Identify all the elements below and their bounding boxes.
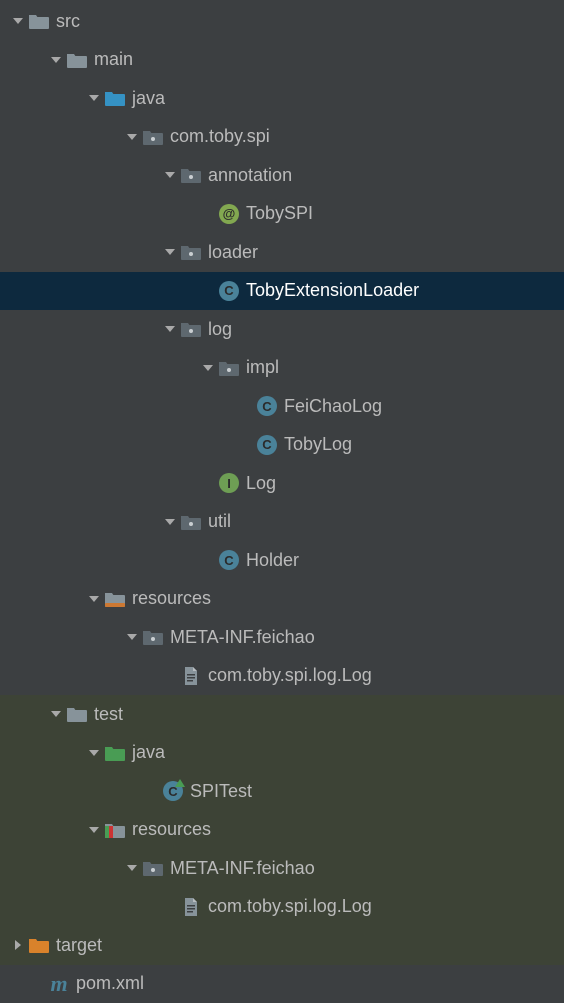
tree-label: src bbox=[56, 11, 80, 32]
tree-row[interactable]: C TobyExtensionLoader bbox=[0, 272, 564, 311]
class-icon: C bbox=[256, 434, 278, 456]
tree-row[interactable]: C TobyLog bbox=[0, 426, 564, 465]
tree-label: FeiChaoLog bbox=[284, 396, 382, 417]
interface-icon: I bbox=[218, 472, 240, 494]
chevron-down-icon[interactable] bbox=[122, 632, 142, 642]
tree-row[interactable]: META-INF.feichao bbox=[0, 849, 564, 888]
tree-row[interactable]: test bbox=[0, 695, 564, 734]
tree-row[interactable]: C SPITest bbox=[0, 772, 564, 811]
chevron-down-icon[interactable] bbox=[160, 517, 180, 527]
chevron-down-icon[interactable] bbox=[8, 16, 28, 26]
file-icon bbox=[180, 896, 202, 918]
package-icon bbox=[142, 126, 164, 148]
project-tree[interactable]: srcmainjavacom.toby.spiannotation@TobySP… bbox=[0, 0, 564, 1003]
tree-row[interactable]: com.toby.spi.log.Log bbox=[0, 657, 564, 696]
class-icon: C bbox=[218, 280, 240, 302]
test-folder-icon bbox=[104, 742, 126, 764]
chevron-down-icon[interactable] bbox=[122, 863, 142, 873]
chevron-down-icon[interactable] bbox=[122, 132, 142, 142]
tree-label: resources bbox=[132, 588, 211, 609]
tree-row[interactable]: resources bbox=[0, 580, 564, 619]
tree-row[interactable]: C Holder bbox=[0, 541, 564, 580]
test-resources-folder-icon bbox=[104, 819, 126, 841]
tree-row[interactable]: C FeiChaoLog bbox=[0, 387, 564, 426]
tree-row[interactable]: main bbox=[0, 41, 564, 80]
tree-label: com.toby.spi bbox=[170, 126, 270, 147]
class-icon: C bbox=[218, 549, 240, 571]
maven-icon: m bbox=[48, 973, 70, 995]
tree-label: target bbox=[56, 935, 102, 956]
tree-row[interactable]: target bbox=[0, 926, 564, 965]
package-icon bbox=[142, 857, 164, 879]
chevron-down-icon[interactable] bbox=[198, 363, 218, 373]
chevron-down-icon[interactable] bbox=[160, 247, 180, 257]
tree-row[interactable]: log bbox=[0, 310, 564, 349]
tree-label: com.toby.spi.log.Log bbox=[208, 665, 372, 686]
package-icon bbox=[180, 164, 202, 186]
annotation-icon: @ bbox=[218, 203, 240, 225]
folder-icon bbox=[28, 10, 50, 32]
chevron-down-icon[interactable] bbox=[46, 709, 66, 719]
tree-label: pom.xml bbox=[76, 973, 144, 994]
tree-row[interactable]: impl bbox=[0, 349, 564, 388]
chevron-down-icon[interactable] bbox=[160, 324, 180, 334]
tree-label: Holder bbox=[246, 550, 299, 571]
tree-label: TobySPI bbox=[246, 203, 313, 224]
tree-row[interactable]: java bbox=[0, 79, 564, 118]
tree-label: SPITest bbox=[190, 781, 252, 802]
tree-row[interactable]: util bbox=[0, 503, 564, 542]
chevron-down-icon[interactable] bbox=[84, 594, 104, 604]
tree-label: main bbox=[94, 49, 133, 70]
tree-row[interactable]: @ TobySPI bbox=[0, 195, 564, 234]
folder-icon bbox=[66, 703, 88, 725]
tree-row[interactable]: m pom.xml bbox=[0, 965, 564, 1003]
runnable-class-icon: C bbox=[162, 780, 184, 802]
tree-label: com.toby.spi.log.Log bbox=[208, 896, 372, 917]
tree-label: META-INF.feichao bbox=[170, 858, 315, 879]
tree-label: java bbox=[132, 88, 165, 109]
tree-label: annotation bbox=[208, 165, 292, 186]
source-folder-icon bbox=[104, 87, 126, 109]
tree-label: java bbox=[132, 742, 165, 763]
chevron-right-icon[interactable] bbox=[8, 940, 28, 950]
tree-label: test bbox=[94, 704, 123, 725]
tree-row[interactable]: com.toby.spi.log.Log bbox=[0, 888, 564, 927]
tree-label: META-INF.feichao bbox=[170, 627, 315, 648]
tree-row[interactable]: loader bbox=[0, 233, 564, 272]
tree-row[interactable]: java bbox=[0, 734, 564, 773]
tree-label: log bbox=[208, 319, 232, 340]
package-icon bbox=[180, 241, 202, 263]
package-icon bbox=[142, 626, 164, 648]
tree-row[interactable]: resources bbox=[0, 811, 564, 850]
chevron-down-icon[interactable] bbox=[160, 170, 180, 180]
tree-label: TobyLog bbox=[284, 434, 352, 455]
folder-icon bbox=[66, 49, 88, 71]
tree-label: Log bbox=[246, 473, 276, 494]
tree-row[interactable]: annotation bbox=[0, 156, 564, 195]
package-icon bbox=[218, 357, 240, 379]
excluded-folder-icon bbox=[28, 934, 50, 956]
tree-row[interactable]: META-INF.feichao bbox=[0, 618, 564, 657]
chevron-down-icon[interactable] bbox=[84, 748, 104, 758]
tree-label: loader bbox=[208, 242, 258, 263]
tree-label: impl bbox=[246, 357, 279, 378]
tree-label: TobyExtensionLoader bbox=[246, 280, 419, 301]
package-icon bbox=[180, 318, 202, 340]
chevron-down-icon[interactable] bbox=[46, 55, 66, 65]
tree-row[interactable]: src bbox=[0, 2, 564, 41]
resources-folder-icon bbox=[104, 588, 126, 610]
class-icon: C bbox=[256, 395, 278, 417]
package-icon bbox=[180, 511, 202, 533]
tree-label: resources bbox=[132, 819, 211, 840]
chevron-down-icon[interactable] bbox=[84, 825, 104, 835]
tree-label: util bbox=[208, 511, 231, 532]
tree-row[interactable]: com.toby.spi bbox=[0, 118, 564, 157]
tree-row[interactable]: I Log bbox=[0, 464, 564, 503]
chevron-down-icon[interactable] bbox=[84, 93, 104, 103]
file-icon bbox=[180, 665, 202, 687]
